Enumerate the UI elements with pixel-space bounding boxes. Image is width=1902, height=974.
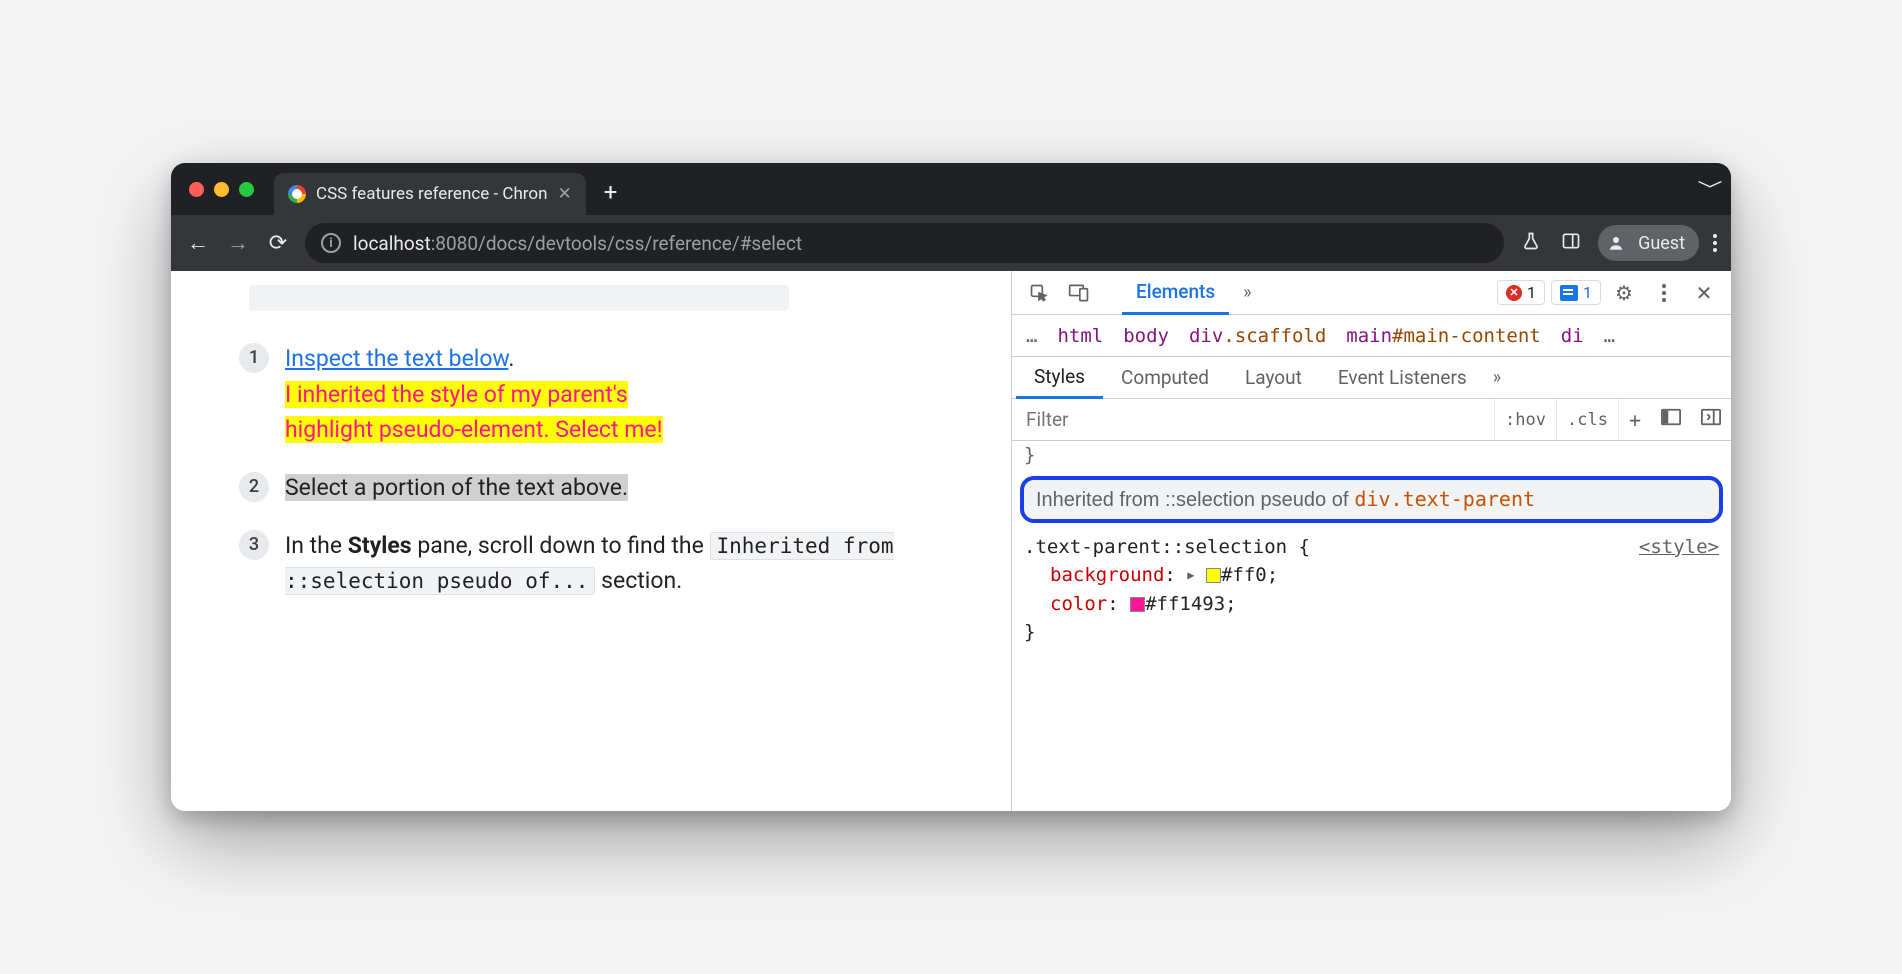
subtab-styles[interactable]: Styles bbox=[1016, 358, 1103, 399]
page-banner bbox=[249, 285, 789, 311]
browser-tab[interactable]: CSS features reference - Chron ✕ bbox=[274, 173, 586, 215]
minimize-window-icon[interactable] bbox=[214, 182, 229, 197]
styles-filter-bar: :hov .cls + bbox=[1012, 399, 1731, 441]
inspect-element-icon[interactable] bbox=[1022, 276, 1056, 310]
devtools-panel: Elements » ✕ 1 1 ⚙ ✕ … html bbox=[1011, 271, 1731, 811]
chrome-menu-icon[interactable] bbox=[1713, 234, 1717, 252]
profile-label: Guest bbox=[1638, 233, 1685, 254]
source-link[interactable]: <style> bbox=[1639, 533, 1719, 562]
hov-button[interactable]: :hov bbox=[1494, 399, 1556, 440]
instructions-list: Inspect the text below. I inherited the … bbox=[239, 341, 983, 599]
new-style-rule-button[interactable]: + bbox=[1618, 399, 1651, 440]
errors-badge[interactable]: ✕ 1 bbox=[1497, 280, 1545, 305]
bc-body[interactable]: body bbox=[1123, 325, 1169, 347]
styles-label-bold: Styles bbox=[348, 532, 412, 559]
bc-trailing[interactable]: di bbox=[1561, 325, 1584, 347]
dom-breadcrumb[interactable]: … html body div.scaffold main#main-conte… bbox=[1012, 315, 1731, 357]
bc-main[interactable]: main#main-content bbox=[1346, 325, 1540, 347]
css-rule[interactable]: .text-parent::selection { <style> backgr… bbox=[1020, 531, 1723, 649]
styles-filter-input[interactable] bbox=[1012, 408, 1494, 431]
browser-toolbar: ← → ⟳ i localhost:8080/docs/devtools/css… bbox=[171, 215, 1731, 271]
prev-rule-close: } bbox=[1020, 441, 1723, 470]
rule-close-brace: } bbox=[1024, 618, 1719, 647]
close-window-icon[interactable] bbox=[189, 182, 204, 197]
styles-subtabs: Styles Computed Layout Event Listeners » bbox=[1012, 357, 1731, 399]
tabs-dropdown-icon[interactable]: ﹀ bbox=[1697, 176, 1722, 202]
error-icon: ✕ bbox=[1506, 285, 1522, 301]
window-controls bbox=[189, 182, 254, 197]
tab-title: CSS features reference - Chron bbox=[316, 184, 547, 204]
toggle-sidebar-icon[interactable] bbox=[1691, 408, 1731, 431]
profile-chip[interactable]: Guest bbox=[1598, 225, 1699, 261]
close-tab-icon[interactable]: ✕ bbox=[557, 184, 571, 204]
prop-background[interactable]: background: ▶ #ff0; bbox=[1024, 561, 1719, 590]
highlighted-text[interactable]: highlight pseudo-element. Select me! bbox=[285, 416, 663, 443]
devtools-toolbar: Elements » ✕ 1 1 ⚙ ✕ bbox=[1012, 271, 1731, 315]
page-content: Inspect the text below. I inherited the … bbox=[171, 271, 1011, 811]
cls-button[interactable]: .cls bbox=[1556, 399, 1618, 440]
url-path: :8080/docs/devtools/css/reference/#selec… bbox=[431, 232, 802, 255]
device-toolbar-icon[interactable] bbox=[1062, 276, 1096, 310]
browser-window: CSS features reference - Chron ✕ + ﹀ ← →… bbox=[171, 163, 1731, 811]
inherited-selector[interactable]: div.text-parent bbox=[1354, 484, 1535, 514]
breadcrumb-ellipsis[interactable]: … bbox=[1604, 325, 1615, 347]
subtab-layout[interactable]: Layout bbox=[1227, 357, 1320, 398]
bc-html[interactable]: html bbox=[1057, 325, 1103, 347]
labs-icon[interactable] bbox=[1518, 231, 1544, 256]
issues-icon bbox=[1560, 285, 1578, 301]
rule-selector[interactable]: .text-parent::selection bbox=[1024, 536, 1287, 558]
highlighted-text[interactable]: I inherited the style of my parent's bbox=[285, 381, 628, 408]
styles-pane[interactable]: } Inherited from ::selection pseudo of d… bbox=[1012, 441, 1731, 811]
prop-color[interactable]: color: #ff1493; bbox=[1024, 590, 1719, 619]
back-button[interactable]: ← bbox=[185, 230, 211, 256]
avatar-icon bbox=[1602, 229, 1630, 257]
more-tabs-icon[interactable]: » bbox=[1235, 282, 1259, 303]
inspect-link[interactable]: Inspect the text below bbox=[285, 345, 508, 372]
side-panel-icon[interactable] bbox=[1558, 231, 1584, 256]
tab-strip: CSS features reference - Chron ✕ + ﹀ bbox=[171, 163, 1731, 215]
reload-button[interactable]: ⟳ bbox=[265, 231, 291, 256]
step-3: In the Styles pane, scroll down to find … bbox=[239, 528, 983, 599]
url-host: localhost bbox=[353, 232, 431, 255]
chrome-favicon-icon bbox=[288, 185, 306, 203]
bc-div[interactable]: div.scaffold bbox=[1189, 325, 1326, 347]
computed-sidebar-icon[interactable] bbox=[1651, 408, 1691, 431]
issues-count: 1 bbox=[1583, 283, 1592, 302]
step-1: Inspect the text below. I inherited the … bbox=[239, 341, 983, 448]
color-swatch-icon[interactable] bbox=[1130, 597, 1145, 612]
viewport: Inspect the text below. I inherited the … bbox=[171, 271, 1731, 811]
close-devtools-icon[interactable]: ✕ bbox=[1687, 276, 1721, 310]
maximize-window-icon[interactable] bbox=[239, 182, 254, 197]
new-tab-button[interactable]: + bbox=[604, 178, 618, 206]
expand-icon[interactable]: ▶ bbox=[1187, 566, 1194, 584]
site-info-icon[interactable]: i bbox=[321, 233, 341, 253]
inherited-prefix: Inherited from ::selection pseudo of bbox=[1036, 485, 1348, 515]
more-subtabs-icon[interactable]: » bbox=[1485, 367, 1509, 388]
devtools-menu-icon[interactable] bbox=[1647, 276, 1681, 310]
inherited-from-header[interactable]: Inherited from ::selection pseudo of div… bbox=[1020, 476, 1723, 523]
step-2: Select a portion of the text above. bbox=[239, 470, 983, 506]
error-count: 1 bbox=[1527, 283, 1536, 302]
step-2-text: Select a portion of the text above. bbox=[285, 474, 628, 501]
issues-badge[interactable]: 1 bbox=[1551, 280, 1601, 305]
subtab-computed[interactable]: Computed bbox=[1103, 357, 1227, 398]
tab-elements[interactable]: Elements bbox=[1122, 272, 1229, 315]
color-swatch-icon[interactable] bbox=[1206, 568, 1221, 583]
settings-icon[interactable]: ⚙ bbox=[1607, 276, 1641, 310]
forward-button[interactable]: → bbox=[225, 230, 251, 256]
breadcrumb-ellipsis[interactable]: … bbox=[1026, 325, 1037, 347]
address-bar[interactable]: i localhost:8080/docs/devtools/css/refer… bbox=[305, 223, 1504, 263]
subtab-event-listeners[interactable]: Event Listeners bbox=[1320, 357, 1485, 398]
